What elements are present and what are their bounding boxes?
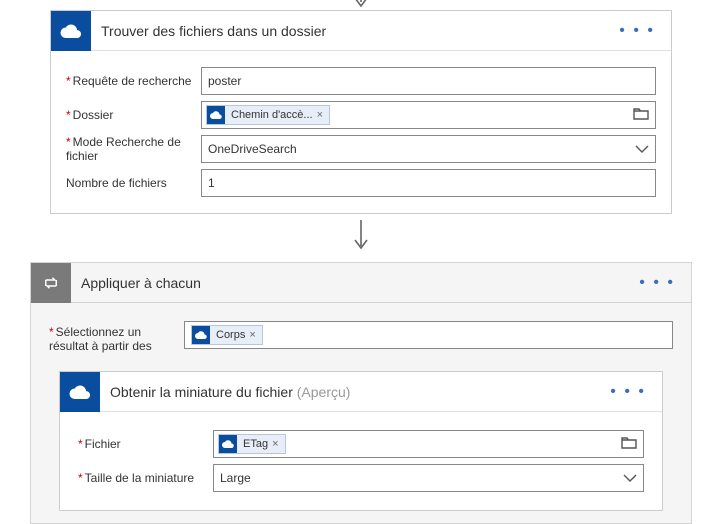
folder-input[interactable]: Chemin d'accè... × — [201, 101, 656, 129]
body-token[interactable]: Corps × — [191, 325, 263, 345]
loop-icon — [31, 263, 71, 303]
file-input[interactable]: ETag × — [213, 430, 644, 458]
onedrive-icon — [60, 372, 100, 412]
card-header[interactable]: Appliquer à chacun • • • — [31, 263, 691, 303]
mode-select[interactable]: OneDriveSearch — [201, 135, 656, 163]
label-mode: Mode Recherche de fichier — [66, 135, 201, 163]
onedrive-icon — [219, 435, 237, 453]
label-count: Nombre de fichiers — [66, 176, 201, 190]
token-remove-button[interactable]: × — [249, 329, 255, 341]
onedrive-icon — [207, 106, 225, 124]
folder-path-token[interactable]: Chemin d'accè... × — [206, 105, 330, 125]
label-query: Requête de recherche — [66, 74, 201, 88]
card-title: Obtenir la miniature du fichier (Aperçu) — [100, 384, 604, 400]
token-remove-button[interactable]: × — [272, 438, 278, 450]
token-label: Corps — [216, 329, 245, 341]
select-output-input[interactable]: Corps × — [184, 321, 673, 349]
action-card-get-thumbnail: Obtenir la miniature du fichier (Aperçu)… — [59, 371, 663, 511]
card-header[interactable]: Obtenir la miniature du fichier (Aperçu)… — [60, 372, 662, 412]
chevron-down-icon — [635, 142, 649, 156]
chevron-down-icon — [623, 471, 637, 485]
more-menu-button[interactable]: • • • — [633, 274, 681, 292]
card-title: Appliquer à chacun — [71, 275, 633, 291]
folder-picker-button[interactable] — [621, 437, 637, 452]
flow-arrow-icon — [30, 220, 692, 254]
more-menu-button[interactable]: • • • — [613, 22, 661, 40]
token-label: Chemin d'accè... — [231, 109, 313, 121]
action-card-find-files: Trouver des fichiers dans un dossier • •… — [50, 10, 672, 214]
label-size: Taille de la miniature — [78, 471, 213, 485]
onedrive-icon — [192, 326, 210, 344]
etag-token[interactable]: ETag × — [218, 434, 286, 454]
card-header[interactable]: Trouver des fichiers dans un dossier • •… — [51, 11, 671, 51]
token-label: ETag — [243, 438, 268, 450]
label-file: Fichier — [78, 437, 213, 451]
preview-badge: (Aperçu) — [297, 384, 351, 400]
apply-to-each-card: Appliquer à chacun • • • Sélectionnez un… — [30, 262, 692, 524]
thumbnail-size-select[interactable]: Large — [213, 464, 644, 492]
onedrive-icon — [51, 11, 91, 51]
token-remove-button[interactable]: × — [317, 109, 323, 121]
label-select-output: Sélectionnez un résultat à partir des — [49, 321, 184, 353]
more-menu-button[interactable]: • • • — [604, 383, 652, 401]
folder-picker-button[interactable] — [633, 108, 649, 123]
count-input[interactable]: 1 — [201, 169, 656, 197]
card-title: Trouver des fichiers dans un dossier — [91, 23, 613, 39]
label-folder: Dossier — [66, 108, 201, 122]
query-input[interactable]: poster — [201, 67, 656, 95]
